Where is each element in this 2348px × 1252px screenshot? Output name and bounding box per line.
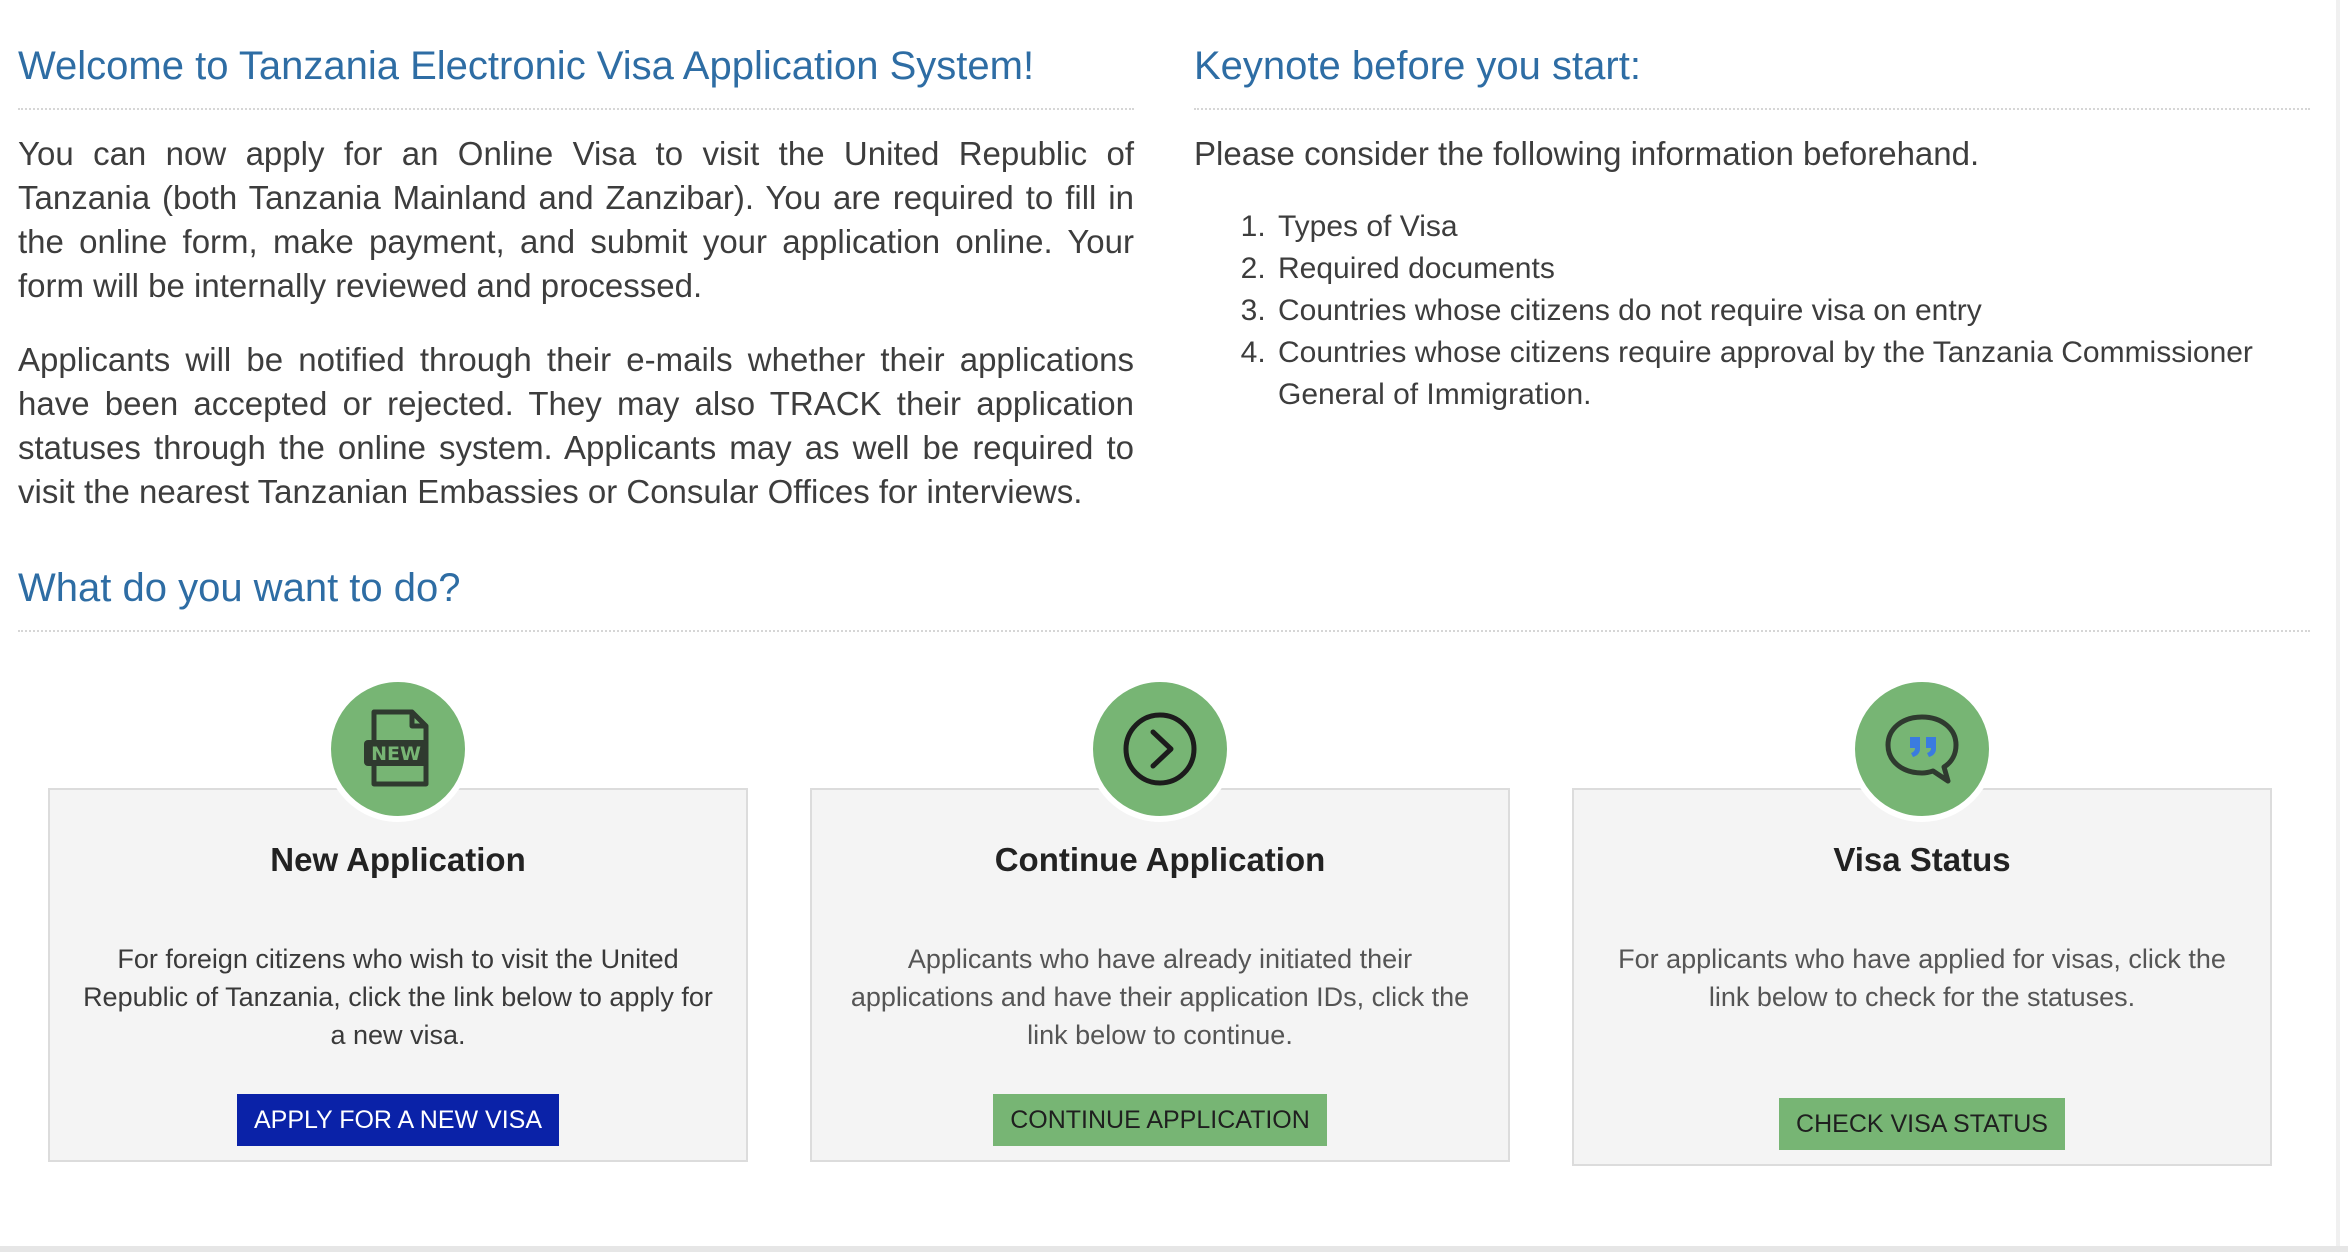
new-document-icon: NEW [364, 709, 429, 787]
keynote-item-visa-types: Types of Visa [1274, 206, 2310, 248]
visa-status-box: Visa Status For applicants who have appl… [1572, 788, 2272, 1166]
actions-header: What do you want to do? [18, 558, 2310, 632]
continue-application-description: Applicants who have already initiated th… [850, 944, 1470, 1050]
apply-new-visa-button[interactable]: APPLY FOR A NEW VISA [236, 1094, 560, 1146]
chevron-right-circle-icon [1123, 712, 1197, 786]
footer-divider [0, 1246, 2348, 1252]
visa-status-description: For applicants who have applied for visa… [1618, 944, 2226, 1012]
continue-application-box: Continue Application Applicants who have… [810, 788, 1510, 1162]
new-application-description: For foreign citizens who wish to visit t… [83, 944, 713, 1050]
welcome-title: Welcome to Tanzania Electronic Visa Appl… [18, 36, 1134, 110]
welcome-column: Welcome to Tanzania Electronic Visa Appl… [18, 36, 1134, 514]
keynote-title: Keynote before you start: [1194, 36, 2310, 110]
visa-status-title: Visa Status [1833, 841, 2011, 878]
new-icon-label: NEW [371, 743, 421, 765]
continue-application-title: Continue Application [994, 841, 1326, 878]
quote-chat-icon [1885, 714, 1959, 784]
keynote-item-visa-exempt-countries: Countries whose citizens do not require … [1274, 290, 2310, 332]
new-application-title: New Application [270, 841, 526, 878]
scrollbar-track[interactable] [2336, 0, 2340, 1246]
new-application-icon-circle: NEW [325, 676, 471, 822]
actions-title: What do you want to do? [18, 558, 2310, 632]
keynote-list: Types of Visa Required documents Countri… [1194, 206, 2310, 416]
keynote-intro: Please consider the following informatio… [1194, 135, 1980, 172]
welcome-paragraph-1: You can now apply for an Online Visa to … [18, 135, 1134, 304]
keynote-item-required-documents: Required documents [1274, 248, 2310, 290]
continue-application-icon-circle [1087, 676, 1233, 822]
keynote-column: Keynote before you start: Please conside… [1194, 36, 2310, 514]
visa-status-icon-circle [1849, 676, 1995, 822]
keynote-item-approval-countries: Countries whose citizens require approva… [1274, 332, 2310, 416]
intro-section: Welcome to Tanzania Electronic Visa Appl… [18, 36, 2310, 514]
new-application-box: New Application For foreign citizens who… [48, 788, 748, 1162]
check-visa-status-button[interactable]: CHECK VISA STATUS [1779, 1098, 2065, 1150]
welcome-paragraph-2: Applicants will be notified through thei… [18, 341, 1134, 510]
action-cards: NEW New Application For foreign citizens… [48, 676, 2280, 1176]
continue-application-button[interactable]: CONTINUE APPLICATION [993, 1094, 1327, 1146]
